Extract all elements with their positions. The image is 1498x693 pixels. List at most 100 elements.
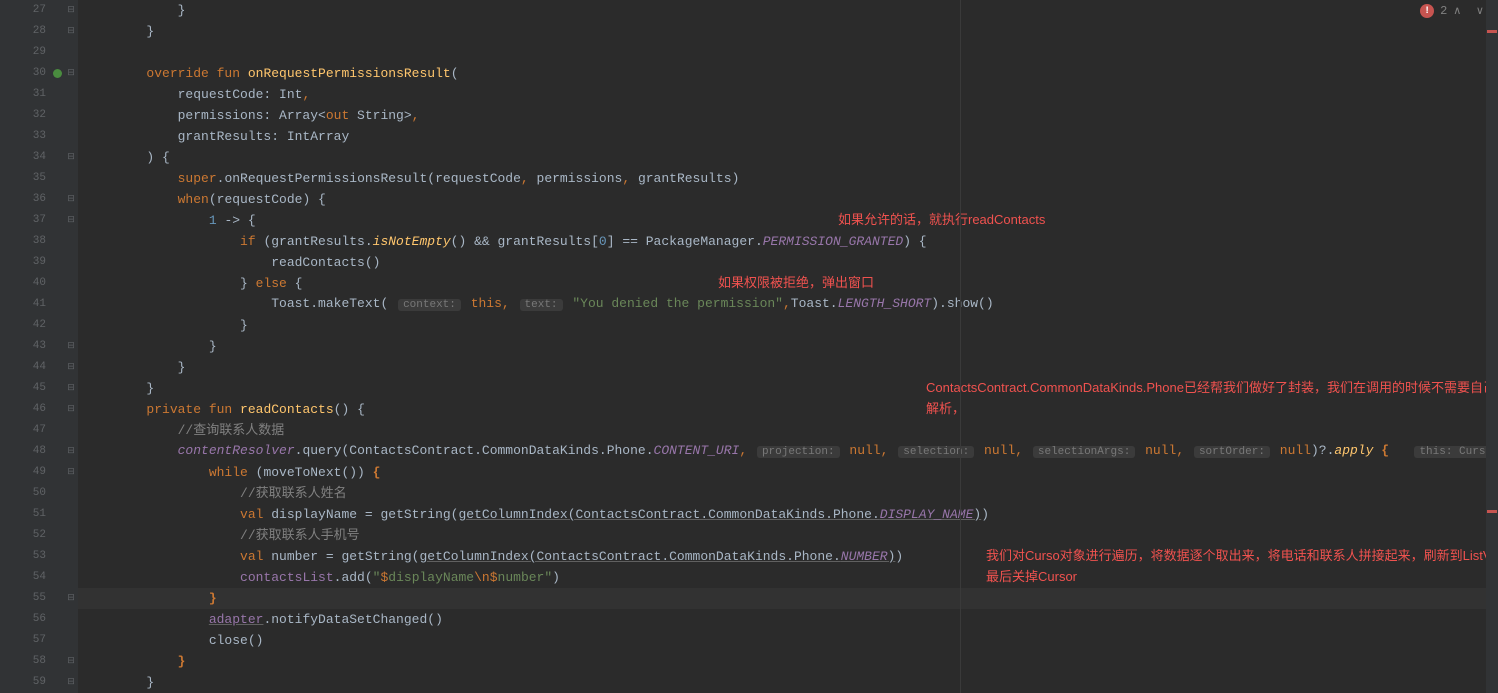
- fold-open-icon[interactable]: ⊟: [67, 216, 76, 225]
- line-number[interactable]: 45: [14, 378, 64, 399]
- line-number[interactable]: 58: [14, 651, 64, 672]
- right-margin-guide: [960, 0, 961, 693]
- fold-open-icon[interactable]: ⊟: [67, 468, 76, 477]
- fold-open-icon[interactable]: ⊟: [67, 447, 76, 456]
- line-number[interactable]: 48: [14, 441, 64, 462]
- code-line[interactable]: val number = getString(getColumnIndex(Co…: [78, 546, 1498, 567]
- line-number[interactable]: 41: [14, 294, 64, 315]
- line-number[interactable]: 44: [14, 357, 64, 378]
- code-line[interactable]: super.onRequestPermissionsResult(request…: [78, 168, 1498, 189]
- code-line[interactable]: }: [78, 357, 1498, 378]
- code-line[interactable]: permissions: Array<out String>,: [78, 105, 1498, 126]
- code-line[interactable]: if (grantResults.isNotEmpty() && grantRe…: [78, 231, 1498, 252]
- fold-open-icon[interactable]: ⊟: [67, 405, 76, 414]
- line-number[interactable]: 37: [14, 210, 64, 231]
- parameter-hint: selection:: [898, 446, 974, 458]
- line-number[interactable]: 54: [14, 567, 64, 588]
- inspection-indicator[interactable]: ! 2 ∧ ∨: [1420, 4, 1488, 18]
- fold-close-icon[interactable]: ⊟: [67, 342, 76, 351]
- code-line[interactable]: contentResolver.query(ContactsContract.C…: [78, 441, 1498, 462]
- code-line[interactable]: grantResults: IntArray: [78, 126, 1498, 147]
- code-line[interactable]: private fun readContacts() {: [78, 399, 1498, 420]
- code-line[interactable]: }: [78, 651, 1498, 672]
- line-number[interactable]: 28: [14, 21, 64, 42]
- line-number[interactable]: 53: [14, 546, 64, 567]
- code-line[interactable]: when(requestCode) {: [78, 189, 1498, 210]
- nav-arrows[interactable]: ∧ ∨: [1453, 4, 1488, 18]
- code-line[interactable]: Toast.makeText( context: this, text: "Yo…: [78, 294, 1498, 315]
- code-line[interactable]: }: [78, 315, 1498, 336]
- code-line[interactable]: }: [78, 672, 1498, 693]
- line-number[interactable]: 42: [14, 315, 64, 336]
- line-number[interactable]: 49: [14, 462, 64, 483]
- line-number[interactable]: 30: [14, 63, 64, 84]
- scrollbar[interactable]: [1486, 0, 1498, 693]
- fold-gutter[interactable]: ⊟ ⊟ ⊟ ⊟ ⊟ ⊟ ⊟ ⊟ ⊟ ⊟ ⊟ ⊟ ⊟ ⊟ ⊟: [64, 0, 78, 693]
- code-line[interactable]: } else {如果权限被拒绝，弹出窗口: [78, 273, 1498, 294]
- fold-close-icon[interactable]: ⊟: [67, 657, 76, 666]
- line-number[interactable]: 43: [14, 336, 64, 357]
- line-number[interactable]: 33: [14, 126, 64, 147]
- fold-close-icon[interactable]: ⊟: [67, 6, 76, 15]
- code-text-area[interactable]: } } override fun onRequestPermissionsRes…: [78, 0, 1498, 693]
- parameter-hint: text:: [520, 299, 563, 311]
- line-number[interactable]: 29: [14, 42, 64, 63]
- line-number[interactable]: 59: [14, 672, 64, 693]
- code-line[interactable]: 1 -> {如果允许的话，就执行readContacts: [78, 210, 1498, 231]
- fold-open-icon[interactable]: ⊟: [67, 195, 76, 204]
- line-number[interactable]: 50: [14, 483, 64, 504]
- code-editor[interactable]: 2728293031323334353637383940414243444546…: [0, 0, 1498, 693]
- line-number[interactable]: 38: [14, 231, 64, 252]
- line-number[interactable]: 51: [14, 504, 64, 525]
- code-line[interactable]: readContacts(): [78, 252, 1498, 273]
- line-number[interactable]: 40: [14, 273, 64, 294]
- code-line[interactable]: }: [78, 336, 1498, 357]
- code-line[interactable]: adapter.notifyDataSetChanged(): [78, 609, 1498, 630]
- code-line[interactable]: //获取联系人手机号: [78, 525, 1498, 546]
- left-margin: [0, 0, 14, 693]
- fold-open-icon[interactable]: ⊟: [67, 69, 76, 78]
- code-line[interactable]: }: [78, 21, 1498, 42]
- code-line[interactable]: //查询联系人数据: [78, 420, 1498, 441]
- error-icon: !: [1420, 4, 1434, 18]
- annotation: 如果权限被拒绝，弹出窗口: [718, 273, 978, 294]
- line-number[interactable]: 32: [14, 105, 64, 126]
- fold-close-icon[interactable]: ⊟: [67, 594, 76, 603]
- line-number[interactable]: 46: [14, 399, 64, 420]
- code-line[interactable]: }: [78, 0, 1498, 21]
- fold-close-icon[interactable]: ⊟: [67, 27, 76, 36]
- fold-close-icon[interactable]: ⊟: [67, 363, 76, 372]
- code-line[interactable]: [78, 42, 1498, 63]
- line-number[interactable]: 34: [14, 147, 64, 168]
- code-line[interactable]: override fun onRequestPermissionsResult(: [78, 63, 1498, 84]
- line-number[interactable]: 39: [14, 252, 64, 273]
- parameter-hint: sortOrder:: [1194, 446, 1270, 458]
- line-number[interactable]: 35: [14, 168, 64, 189]
- scroll-error-mark[interactable]: [1487, 510, 1497, 513]
- error-count: 2: [1440, 4, 1447, 18]
- line-number[interactable]: 55: [14, 588, 64, 609]
- fold-open-icon[interactable]: ⊟: [67, 153, 76, 162]
- fold-close-icon[interactable]: ⊟: [67, 678, 76, 687]
- code-line[interactable]: while (moveToNext()) {: [78, 462, 1498, 483]
- line-number[interactable]: 27: [14, 0, 64, 21]
- parameter-hint: selectionArgs:: [1033, 446, 1135, 458]
- line-number[interactable]: 36: [14, 189, 64, 210]
- line-number[interactable]: 31: [14, 84, 64, 105]
- code-line[interactable]: contactsList.add("$displayName\n$number"…: [78, 567, 1498, 588]
- line-number-gutter[interactable]: 2728293031323334353637383940414243444546…: [14, 0, 64, 693]
- annotation: 如果允许的话，就执行readContacts: [838, 210, 1158, 231]
- code-line[interactable]: requestCode: Int,: [78, 84, 1498, 105]
- code-line[interactable]: val displayName = getString(getColumnInd…: [78, 504, 1498, 525]
- code-line[interactable]: ) {: [78, 147, 1498, 168]
- line-number[interactable]: 47: [14, 420, 64, 441]
- code-line[interactable]: }: [78, 588, 1498, 609]
- code-line[interactable]: close(): [78, 630, 1498, 651]
- code-line[interactable]: }ContactsContract.CommonDataKinds.Phone已…: [78, 378, 1498, 399]
- line-number[interactable]: 56: [14, 609, 64, 630]
- fold-close-icon[interactable]: ⊟: [67, 384, 76, 393]
- scroll-error-mark[interactable]: [1487, 30, 1497, 33]
- code-line[interactable]: //获取联系人姓名: [78, 483, 1498, 504]
- line-number[interactable]: 52: [14, 525, 64, 546]
- line-number[interactable]: 57: [14, 630, 64, 651]
